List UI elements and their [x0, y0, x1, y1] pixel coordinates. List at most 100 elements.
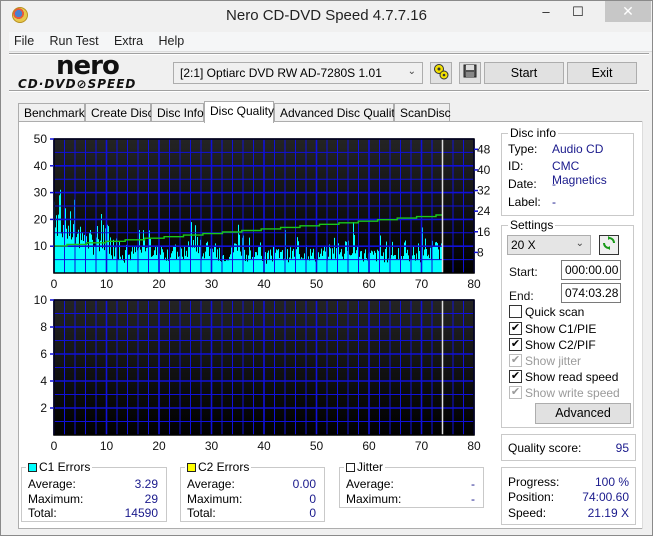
c1-error-bar — [171, 253, 172, 273]
advanced-button[interactable]: Advanced — [535, 403, 631, 424]
c1-error-bar — [329, 244, 330, 273]
y2-tick-label: 40 — [477, 163, 491, 177]
menu-extra[interactable]: Extra — [109, 32, 148, 50]
menu-help[interactable]: Help — [153, 32, 189, 50]
c1-error-bar — [291, 258, 292, 273]
c1-error-bar — [206, 242, 207, 273]
settings-title: Settings — [508, 218, 556, 232]
y-tick-label: 6 — [40, 347, 47, 361]
c1-error-bar — [109, 253, 110, 273]
checkbox-label: Quick scan — [525, 305, 585, 319]
c1-error-bar — [428, 254, 429, 273]
speed-select-value: 20 X — [511, 238, 536, 252]
drive-select[interactable]: [2:1] Optiarc DVD RW AD-7280S 1.01 ⌄ — [173, 62, 423, 84]
y2-tick-label: 8 — [477, 245, 484, 259]
c1-error-bar — [110, 237, 111, 273]
tab-create-disc[interactable]: Create Disc — [85, 103, 154, 122]
start-time-input[interactable]: 000:00.00 — [561, 260, 621, 280]
tab-disc-quality[interactable]: Disc Quality — [204, 101, 274, 123]
x-tick-label: 0 — [51, 277, 58, 291]
c1-error-bar — [113, 239, 114, 273]
c1-error-bar — [376, 261, 377, 273]
c1-error-bar — [66, 228, 67, 273]
c1-error-bar — [177, 251, 178, 273]
y2-tick-label: 24 — [477, 204, 491, 218]
c1-error-bar — [279, 258, 280, 273]
c1-error-bar — [241, 255, 242, 273]
close-button[interactable]: ✕ — [605, 1, 651, 22]
c1-color-swatch — [28, 463, 37, 472]
c1-error-bar — [87, 244, 88, 273]
end-time-input[interactable]: 074:03.28 — [561, 283, 621, 303]
c1-error-bar — [391, 255, 392, 273]
c2-color-swatch — [187, 463, 196, 472]
speed-select[interactable]: 20 X ⌄ — [507, 235, 591, 255]
c1-error-bar — [204, 258, 205, 273]
c1-error-bar — [103, 224, 104, 273]
c1-error-bar — [246, 254, 247, 273]
x-tick-label: 10 — [100, 277, 114, 291]
tab-advanced-disc-quality[interactable]: Advanced Disc Quality — [274, 103, 401, 122]
menu-file[interactable]: File — [9, 32, 39, 50]
x-tick-label: 40 — [257, 439, 271, 453]
quality-score-row: Quality score: 95 — [508, 441, 629, 456]
c1-error-bar — [354, 235, 355, 273]
y-tick-label: 2 — [40, 401, 47, 415]
c1-error-bar — [237, 250, 238, 273]
c1-error-bar — [396, 259, 397, 273]
menu-run-test[interactable]: Run Test — [45, 32, 104, 50]
c1-error-bar — [121, 259, 122, 273]
c1-error-bar — [192, 247, 193, 273]
exit-button[interactable]: Exit — [567, 62, 637, 84]
c1-error-bar — [419, 250, 420, 273]
c1-error-bar — [80, 226, 81, 273]
c1-error-bar — [79, 248, 80, 273]
c1-error-bar — [129, 254, 130, 273]
c1-error-bar — [102, 248, 103, 273]
c1-error-bar — [59, 195, 60, 273]
speed-label: Speed: — [508, 506, 547, 520]
c1-error-bar — [198, 253, 199, 273]
drive-select-value: [2:1] Optiarc DVD RW AD-7280S 1.01 — [180, 66, 382, 80]
c1-error-bar — [223, 255, 224, 273]
c1-error-bar — [63, 224, 64, 273]
c1-error-bar — [144, 238, 145, 273]
c1-error-bar — [228, 260, 229, 273]
c1-error-bar — [312, 252, 313, 273]
c1-error-bar — [403, 255, 404, 273]
disc-date-value: - — [552, 177, 556, 191]
c1-error-bar — [160, 254, 161, 273]
x-tick-label: 50 — [310, 439, 324, 453]
c1-error-bar — [309, 260, 310, 273]
c1-error-bar — [92, 239, 93, 273]
maximize-button[interactable]: ☐ — [561, 1, 595, 22]
y-tick-label: 8 — [40, 320, 47, 334]
c1-error-bar — [98, 239, 99, 273]
c1-error-bar — [380, 235, 381, 273]
c1-error-bar — [175, 244, 176, 273]
position-label: Position: — [508, 490, 555, 504]
separator — [9, 90, 649, 92]
drive-info-button[interactable] — [430, 62, 452, 84]
c1-error-bar — [99, 251, 100, 273]
c1-error-bar — [84, 234, 85, 273]
c1-error-bar — [86, 236, 87, 273]
speed-row: Speed: 21.19 X — [508, 506, 629, 521]
c1-error-bar — [150, 238, 151, 273]
c1-error-bar — [399, 258, 400, 273]
refresh-speed-button[interactable] — [599, 235, 619, 255]
y-tick-label: 30 — [34, 186, 48, 200]
tab-benchmark[interactable]: Benchmark — [18, 103, 85, 122]
tab-disc-info[interactable]: Disc Info — [151, 103, 204, 122]
tab-scandisc[interactable]: ScanDisc — [394, 103, 451, 122]
c1-error-bar — [62, 237, 63, 273]
c1-error-bar — [141, 252, 142, 273]
minimize-button[interactable]: ‒ — [529, 1, 563, 22]
jitter-average-row: Average: - — [346, 477, 475, 492]
start-button[interactable]: Start — [484, 62, 564, 84]
c1-error-bar — [395, 255, 396, 273]
save-button[interactable] — [459, 62, 481, 84]
c1-error-bar — [322, 255, 323, 273]
disc-label-value: - — [552, 195, 556, 209]
logo-subtext: CD·DVD⊘SPEED — [18, 77, 137, 91]
